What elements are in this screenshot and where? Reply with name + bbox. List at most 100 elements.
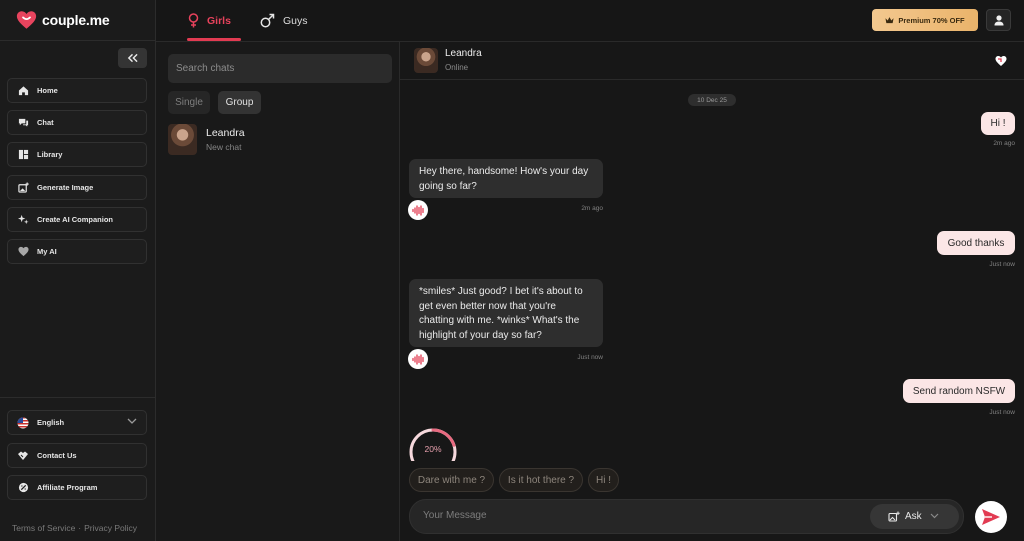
message-timestamp: Just now xyxy=(989,409,1015,416)
sidebar-item-library[interactable]: Library xyxy=(7,142,147,167)
ai-message: Hey there, handsome! How's your day goin… xyxy=(409,159,603,198)
female-icon xyxy=(188,13,199,28)
contact-name: Leandra xyxy=(445,48,482,59)
collapse-sidebar-button[interactable] xyxy=(118,48,147,68)
chat-list-item[interactable]: Leandra New chat xyxy=(168,122,392,156)
ai-message: *smiles* Just good? I bet it's about to … xyxy=(409,279,603,347)
message-input-placeholder[interactable]: Your Message xyxy=(423,510,487,521)
message-line: highlight of your day so far? xyxy=(419,329,542,341)
crown-icon xyxy=(885,17,894,24)
play-voice-button[interactable] xyxy=(408,349,428,369)
suggestion-chip[interactable]: Hi ! xyxy=(588,468,619,492)
sidebar-item-create-ai-companion[interactable]: Create AI Companion xyxy=(7,207,147,232)
conversation-header: Leandra Online xyxy=(400,42,1024,80)
premium-label: Premium 70% OFF xyxy=(898,15,965,25)
ask-dropdown-button[interactable]: Ask xyxy=(870,504,959,529)
active-tab-indicator xyxy=(187,38,241,41)
online-status: Online xyxy=(445,63,469,72)
us-flag-icon xyxy=(17,417,29,429)
brand-name: couple.me xyxy=(42,12,110,28)
suggestion-chip[interactable]: Dare with me ? xyxy=(409,468,494,492)
progress-label: 20% xyxy=(424,444,442,454)
sidebar-item-my-ai[interactable]: My AI xyxy=(7,239,147,264)
male-icon xyxy=(260,13,275,28)
double-chevron-left-icon xyxy=(127,53,138,63)
send-icon xyxy=(982,509,1000,525)
message-timestamp: 2m ago xyxy=(581,205,603,212)
brand-logo[interactable]: couple.me xyxy=(16,9,110,31)
sidebar-item-affiliate-program[interactable]: Affiliate Program xyxy=(7,475,147,500)
sidebar-item-label: Create AI Companion xyxy=(37,215,113,224)
sparkle-icon xyxy=(17,214,29,226)
footer-links: Terms of Service · Privacy Policy xyxy=(12,523,137,533)
chevron-down-icon xyxy=(930,513,939,519)
contact-subtitle: New chat xyxy=(206,141,242,152)
sidebar-item-label: Affiliate Program xyxy=(37,483,98,492)
chevron-down-icon xyxy=(127,418,137,424)
filter-group-button[interactable]: Group xyxy=(218,91,261,114)
search-chats-input[interactable]: Search chats xyxy=(168,54,392,83)
heart-logo-icon xyxy=(16,10,37,31)
filter-single-button[interactable]: Single xyxy=(168,91,210,114)
tab-label: Guys xyxy=(283,14,308,27)
privacy-policy-link[interactable]: Privacy Policy xyxy=(84,523,137,533)
home-icon xyxy=(17,85,29,97)
contact-name: Leandra xyxy=(206,126,245,139)
suggestion-chip[interactable]: Is it hot there ? xyxy=(499,468,583,492)
chat-icon xyxy=(17,117,29,129)
sidebar-item-label: Home xyxy=(37,86,58,95)
sidebar-item-generate-image[interactable]: Generate Image xyxy=(7,175,147,200)
language-label: English xyxy=(37,418,65,427)
sidebar-item-contact-us[interactable]: Contact Us xyxy=(7,443,147,468)
tab-label: Girls xyxy=(207,14,231,27)
sidebar: couple.me Home Chat Library Generate Ima… xyxy=(0,0,156,541)
sidebar-item-label: My AI xyxy=(37,247,57,256)
message-composer[interactable]: Your Message Ask xyxy=(409,499,964,534)
sidebar-item-chat[interactable]: Chat xyxy=(7,110,147,135)
send-button[interactable] xyxy=(975,501,1007,533)
tab-girls[interactable]: Girls xyxy=(188,0,231,41)
search-placeholder: Search chats xyxy=(176,63,235,74)
tab-guys[interactable]: Guys xyxy=(260,0,308,41)
sidebar-item-label: Contact Us xyxy=(37,451,77,460)
message-line: chatting with me. *winks* What's the xyxy=(419,315,580,327)
message-timestamp: Just now xyxy=(577,354,603,361)
footer-separator: · xyxy=(78,523,82,533)
language-select[interactable]: English xyxy=(7,410,147,435)
user-message: Hi ! xyxy=(981,112,1015,135)
generate-image-icon xyxy=(17,182,29,194)
user-message: Send random NSFW xyxy=(903,379,1015,403)
message-line: get even better now that you're xyxy=(419,300,556,312)
sidebar-item-label: Generate Image xyxy=(37,183,94,192)
play-voice-button[interactable] xyxy=(408,200,428,220)
message-line: *smiles* Just good? I bet it's about to xyxy=(419,286,583,297)
user-message: Good thanks xyxy=(937,231,1015,255)
terms-of-service-link[interactable]: Terms of Service xyxy=(12,523,75,533)
message-line: going so far? xyxy=(419,180,477,192)
message-timestamp: Just now xyxy=(989,261,1015,268)
heart-reset-icon[interactable] xyxy=(995,55,1007,67)
heart-icon xyxy=(17,246,29,258)
image-sparkle-icon xyxy=(888,511,900,522)
avatar[interactable] xyxy=(414,48,438,73)
premium-button[interactable]: Premium 70% OFF xyxy=(872,9,978,31)
divider xyxy=(0,40,155,41)
user-account-button[interactable] xyxy=(986,9,1011,31)
divider xyxy=(0,397,155,398)
conversation-panel: Leandra Online 10 Dec 25 Hi ! 2m ago Hey… xyxy=(400,42,1024,541)
top-bar: Girls Guys Premium 70% OFF xyxy=(156,0,1024,42)
affiliate-icon xyxy=(17,482,29,494)
message-line: Hey there, handsome! How's your day xyxy=(419,166,589,177)
sidebar-item-label: Library xyxy=(37,150,63,159)
user-icon xyxy=(994,14,1003,25)
handshake-icon xyxy=(17,450,29,462)
audio-waveform-icon xyxy=(411,353,424,365)
audio-waveform-icon xyxy=(411,204,424,216)
library-icon xyxy=(17,149,29,161)
date-separator: 10 Dec 25 xyxy=(688,94,736,106)
sidebar-item-label: Chat xyxy=(37,118,54,127)
sidebar-item-home[interactable]: Home xyxy=(7,78,147,103)
message-timestamp: 2m ago xyxy=(993,140,1015,147)
ask-label: Ask xyxy=(905,511,922,522)
avatar xyxy=(168,123,197,155)
